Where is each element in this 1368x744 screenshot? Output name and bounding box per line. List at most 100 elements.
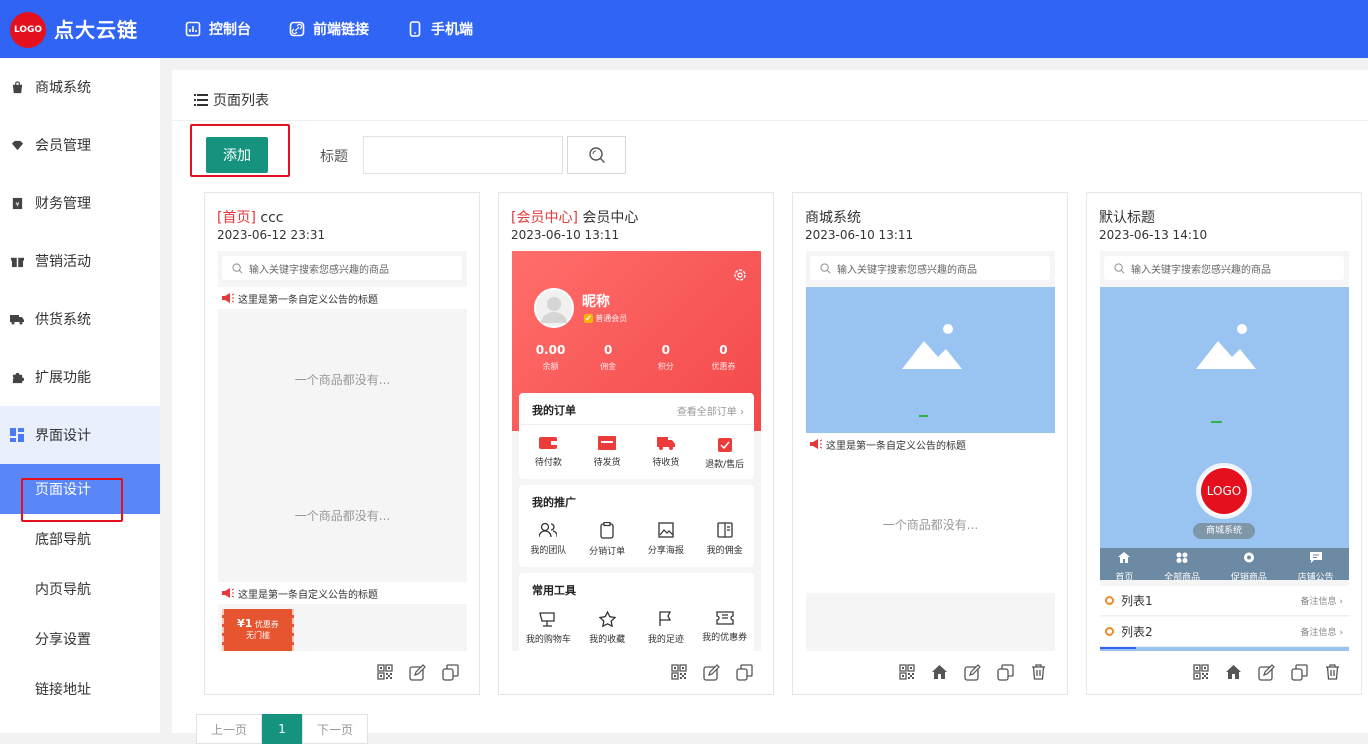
- qrcode-icon: [898, 664, 915, 680]
- sidebar-item-mall[interactable]: 商城系统: [0, 58, 160, 116]
- edit-button[interactable]: [695, 662, 728, 682]
- preview-notice: 这里是第一条自定义公告的标题: [218, 287, 467, 309]
- delete-button[interactable]: [1316, 662, 1349, 682]
- sidebar: 商城系统 会员管理 ¥ 财务管理 营销活动 供货系统 扩展功能 界面设计 页面设…: [0, 58, 160, 733]
- qrcode-button[interactable]: [1184, 662, 1217, 682]
- sidebar-item-finance[interactable]: ¥ 财务管理: [0, 174, 160, 232]
- page-card-default[interactable]: 默认标题 2023-06-13 14:10 输入关键字搜索您感兴趣的商品 LOG…: [1086, 192, 1362, 695]
- pagination: 上一页 1 下一页: [196, 714, 368, 744]
- copy-button[interactable]: [434, 662, 467, 682]
- home-icon: [1226, 665, 1241, 679]
- gift-icon: [10, 254, 24, 268]
- card-actions: [662, 662, 761, 682]
- sidebar-item-marketing[interactable]: 营销活动: [0, 232, 160, 290]
- title-search-input[interactable]: [363, 136, 563, 174]
- sidebar-sub-inner-nav[interactable]: 内页导航: [0, 564, 160, 614]
- sidebar-item-members[interactable]: 会员管理: [0, 116, 160, 174]
- search-button[interactable]: [567, 136, 626, 174]
- stat-balance: 0.00 余额: [535, 343, 566, 371]
- message-icon: [1309, 552, 1322, 563]
- sidebar-item-ui-design[interactable]: 界面设计: [0, 406, 160, 464]
- next-page-button[interactable]: 下一页: [302, 714, 368, 744]
- megaphone-icon: [222, 293, 234, 303]
- copy-icon: [1291, 663, 1308, 681]
- home-icon: [932, 665, 947, 679]
- member-level: ✔ 普通会员: [584, 314, 628, 323]
- edit-icon: [703, 663, 720, 681]
- delete-button[interactable]: [1022, 662, 1055, 682]
- distribution-orders: 分销订单: [578, 522, 636, 557]
- view-all-orders: 查看全部订单 ›: [676, 407, 744, 418]
- edit-icon: [1258, 663, 1275, 681]
- copy-button[interactable]: [728, 662, 761, 682]
- member-nickname: 昵称: [582, 294, 610, 310]
- highlight-box-page-design: [21, 478, 123, 522]
- page-1-button[interactable]: 1: [262, 714, 302, 744]
- list-icon: [194, 94, 208, 106]
- qrcode-button[interactable]: [890, 662, 923, 682]
- link-icon: [289, 21, 305, 37]
- box-icon: [598, 436, 617, 450]
- edit-button[interactable]: [401, 662, 434, 682]
- search-icon: [588, 147, 605, 163]
- banner-placeholder: LOGO 商城系统: [1100, 287, 1349, 549]
- delivery-icon: [656, 437, 675, 450]
- star-icon: [598, 611, 616, 627]
- promo-icon: [1243, 552, 1254, 563]
- page-card-home[interactable]: [首页] ccc 2023-06-12 23:31 输入关键字搜索您感兴趣的商品…: [204, 192, 480, 695]
- set-home-button[interactable]: [1217, 662, 1250, 682]
- copy-button[interactable]: [1283, 662, 1316, 682]
- puzzle-icon: [10, 370, 24, 384]
- stat-points: 0 积分: [657, 343, 674, 371]
- image-placeholder-icon: [902, 324, 962, 369]
- card-actions: [1184, 662, 1349, 682]
- shop-nav-home: 首页: [1115, 548, 1133, 583]
- qrcode-icon: [1192, 664, 1209, 680]
- shop-name-badge: 商城系统: [1193, 523, 1255, 539]
- card-title: [首页] ccc: [217, 210, 284, 226]
- shopping-bag-icon: [10, 80, 24, 94]
- page-card-member-center[interactable]: [会员中心] 会员中心 2023-06-10 13:11 昵称 ✔ 普通会员 0…: [498, 192, 774, 695]
- qrcode-button[interactable]: [368, 662, 401, 682]
- copy-icon: [997, 663, 1014, 681]
- page-card-mall-system[interactable]: 商城系统 2023-06-10 13:11 输入关键字搜索您感兴趣的商品 这里是…: [792, 192, 1068, 695]
- shop-nav-promotions: 促销商品: [1231, 548, 1267, 583]
- preview-search: 输入关键字搜索您感兴趣的商品: [1104, 256, 1344, 280]
- tools-block: 常用工具 我的购物车 我的收藏 我的足迹 我的优惠券: [519, 573, 754, 651]
- sidebar-item-supply[interactable]: 供货系统: [0, 290, 160, 348]
- prev-page-button[interactable]: 上一页: [196, 714, 262, 744]
- sidebar-sub-link-address[interactable]: 链接地址: [0, 664, 160, 714]
- card-preview: 输入关键字搜索您感兴趣的商品 这里是第一条自定义公告的标题 一个商品都没有...: [806, 251, 1055, 651]
- my-footprints: 我的足迹: [637, 611, 695, 645]
- search-icon: [1114, 262, 1125, 273]
- card-actions: [890, 662, 1055, 682]
- qrcode-icon: [376, 664, 393, 680]
- mobile-icon: [409, 21, 421, 37]
- megaphone-icon: [222, 588, 234, 598]
- copy-button[interactable]: [989, 662, 1022, 682]
- megaphone-icon: [810, 439, 822, 449]
- orders-block: 我的订单 查看全部订单 › 待付款 待发货 待收货 退款/售后: [519, 393, 754, 479]
- edit-icon: [964, 663, 981, 681]
- edit-button[interactable]: [1250, 662, 1283, 682]
- top-bar: LOGO 点大云链 控制台 前端链接 手机端: [0, 0, 1368, 58]
- settings-icon: [734, 269, 746, 281]
- topnav-mobile[interactable]: 手机端: [407, 19, 473, 39]
- shop-nav-notice: 店铺公告: [1298, 548, 1334, 583]
- topnav-dashboard[interactable]: 控制台: [185, 19, 251, 39]
- highlight-box-add: [190, 124, 290, 177]
- list-item: 列表2 备注信息 ›: [1100, 617, 1349, 647]
- trash-icon: [1326, 664, 1339, 680]
- qrcode-button[interactable]: [662, 662, 695, 682]
- circle-icon: [1105, 627, 1114, 636]
- sidebar-sub-share-settings[interactable]: 分享设置: [0, 614, 160, 664]
- copy-icon: [442, 663, 459, 681]
- edit-button[interactable]: [956, 662, 989, 682]
- set-home-button[interactable]: [923, 662, 956, 682]
- banner-placeholder: [806, 287, 1055, 433]
- empty-goods-text: 一个商品都没有...: [882, 518, 979, 532]
- finance-icon: ¥: [10, 196, 24, 210]
- dashboard-icon: [185, 21, 201, 37]
- sidebar-item-extensions[interactable]: 扩展功能: [0, 348, 160, 406]
- topnav-frontend-links[interactable]: 前端链接: [289, 19, 369, 39]
